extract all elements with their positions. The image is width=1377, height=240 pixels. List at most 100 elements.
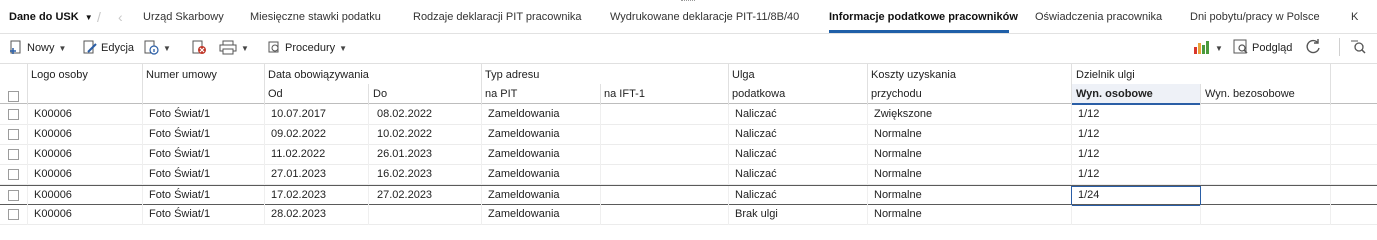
table-row[interactable]: K00006 Foto Świat/1 09.02.2022 10.02.2022 Za…: [0, 125, 1377, 145]
cell-from[interactable]: 17.02.2023: [271, 189, 326, 201]
cell-to[interactable]: 08.02.2022: [377, 108, 432, 120]
row-checkbox[interactable]: [8, 109, 19, 120]
header-divider: [1200, 84, 1201, 105]
table-row[interactable]: K00006 Foto Świat/1 11.02.2022 26.01.2023 Za…: [0, 145, 1377, 165]
tab-dni-pobytu[interactable]: Dni pobytu/pracy w Polsce: [1190, 11, 1320, 27]
cell-costs[interactable]: Normalne: [874, 148, 922, 160]
col-header-validity-from[interactable]: Od: [268, 88, 283, 100]
chevron-down-icon[interactable]: ▼: [241, 44, 249, 53]
cell-pit[interactable]: Zameldowania: [488, 108, 560, 120]
cell-personal[interactable]: 1/12: [1078, 148, 1099, 160]
col-header-costs-sub[interactable]: przychodu: [871, 88, 922, 100]
refresh-button[interactable]: [1304, 38, 1322, 58]
col-header-validity-to[interactable]: Do: [373, 88, 387, 100]
tab-miesieczne-stawki[interactable]: Miesięczne stawki podatku: [250, 11, 381, 27]
cell-contract[interactable]: Foto Świat/1: [149, 128, 210, 140]
new-button[interactable]: Nowy ▼: [8, 38, 66, 58]
col-header-contract[interactable]: Numer umowy: [146, 69, 217, 81]
tab-oswiadczenia[interactable]: Oświadczenia pracownika: [1035, 11, 1162, 27]
cell-personal[interactable]: 1/12: [1078, 128, 1099, 140]
cell-contract[interactable]: Foto Świat/1: [149, 168, 210, 180]
cell-contract[interactable]: Foto Świat/1: [149, 208, 210, 220]
procedures-button[interactable]: Procedury ▼: [266, 38, 347, 58]
cell-pit[interactable]: Zameldowania: [488, 128, 560, 140]
search-button[interactable]: [1349, 38, 1367, 58]
tab-rodzaje-deklaracji[interactable]: Rodzaje deklaracji PIT pracownika: [413, 11, 582, 27]
cell-relief[interactable]: Naliczać: [735, 128, 777, 140]
delete-button[interactable]: [191, 38, 207, 58]
table-row[interactable]: K00006 Foto Świat/1 28.02.2023 Zameldowania…: [0, 205, 1377, 225]
row-checkbox[interactable]: [8, 169, 19, 180]
table-row[interactable]: K00006 Foto Świat/1 27.01.2023 16.02.2023 Za…: [0, 165, 1377, 185]
col-header-relief-sub[interactable]: podatkowa: [732, 88, 785, 100]
row-checkbox[interactable]: [8, 149, 19, 160]
cell-from[interactable]: 10.07.2017: [271, 108, 326, 120]
col-header-address-ift[interactable]: na IFT-1: [604, 88, 645, 100]
col-header-address-pit[interactable]: na PIT: [485, 88, 517, 100]
cell-costs[interactable]: Normalne: [874, 208, 922, 220]
print-button[interactable]: ▼: [219, 38, 249, 58]
chart-button[interactable]: ▼: [1193, 38, 1223, 58]
col-header-divider-nonpersonal[interactable]: Wyn. bezosobowe: [1205, 88, 1295, 100]
cell-logo[interactable]: K00006: [34, 108, 72, 120]
table-row[interactable]: K00006 Foto Świat/1 17.02.2023 27.02.2023 Za…: [0, 185, 1377, 206]
select-all-checkbox[interactable]: [8, 91, 19, 102]
tab-wydrukowane-deklaracje[interactable]: Wydrukowane deklaracje PIT-11/8B/40: [610, 11, 799, 27]
tab-menu-dane-do-usk[interactable]: Dane do USK ▼: [9, 11, 93, 27]
col-header-logo[interactable]: Logo osoby: [31, 69, 88, 81]
col-header-divider-personal[interactable]: Wyn. osobowe: [1076, 88, 1153, 100]
row-divider: [264, 165, 265, 185]
cell-to[interactable]: 26.01.2023: [377, 148, 432, 160]
cell-to[interactable]: 16.02.2023: [377, 168, 432, 180]
cell-costs[interactable]: Zwiększone: [874, 108, 932, 120]
cell-logo[interactable]: K00006: [34, 208, 72, 220]
cell-relief[interactable]: Naliczać: [735, 189, 777, 201]
cell-personal[interactable]: 1/24: [1078, 189, 1099, 201]
cell-from[interactable]: 11.02.2022: [271, 148, 325, 160]
chevron-left-icon[interactable]: ‹: [118, 9, 123, 25]
edit-button[interactable]: Edycja: [82, 38, 134, 58]
tab-informacje-podatkowe[interactable]: Informacje podatkowe pracowników: [829, 11, 1018, 27]
info-button[interactable]: ▼: [143, 38, 171, 58]
row-checkbox[interactable]: [8, 129, 19, 140]
cell-from[interactable]: 09.02.2022: [271, 128, 326, 140]
tab-urzad-skarbowy[interactable]: Urząd Skarbowy: [143, 11, 224, 27]
cell-personal[interactable]: 1/12: [1078, 168, 1099, 180]
cell-relief[interactable]: Naliczać: [735, 168, 777, 180]
cell-personal[interactable]: 1/12: [1078, 108, 1099, 120]
chevron-down-icon[interactable]: ▼: [163, 44, 171, 53]
row-checkbox[interactable]: [8, 190, 19, 201]
cell-pit[interactable]: Zameldowania: [488, 168, 560, 180]
cell-contract[interactable]: Foto Świat/1: [149, 148, 210, 160]
cell-logo[interactable]: K00006: [34, 128, 72, 140]
chevron-down-icon[interactable]: ▼: [1215, 44, 1223, 53]
cell-relief[interactable]: Naliczać: [735, 148, 777, 160]
cell-logo[interactable]: K00006: [34, 148, 72, 160]
row-checkbox[interactable]: [8, 209, 19, 220]
cell-relief[interactable]: Brak ulgi: [735, 208, 778, 220]
cell-pit[interactable]: Zameldowania: [488, 189, 560, 201]
cell-from[interactable]: 27.01.2023: [271, 168, 326, 180]
row-divider: [142, 205, 143, 225]
cell-from[interactable]: 28.02.2023: [271, 208, 326, 220]
row-divider: [368, 125, 369, 145]
row-divider: [728, 205, 729, 225]
cell-relief[interactable]: Naliczać: [735, 108, 777, 120]
table-row[interactable]: K00006 Foto Świat/1 10.07.2017 08.02.2022 Za…: [0, 105, 1377, 125]
cell-to[interactable]: 27.02.2023: [377, 189, 432, 201]
row-divider: [481, 145, 482, 165]
preview-button[interactable]: Podgląd: [1233, 38, 1292, 58]
cell-pit[interactable]: Zameldowania: [488, 148, 560, 160]
cell-contract[interactable]: Foto Świat/1: [149, 108, 210, 120]
cell-pit[interactable]: Zameldowania: [488, 208, 560, 220]
drag-grip[interactable]: [681, 0, 695, 4]
chevron-down-icon[interactable]: ▼: [59, 44, 67, 53]
cell-logo[interactable]: K00006: [34, 189, 72, 201]
tab-overflow[interactable]: K: [1351, 11, 1358, 27]
cell-to[interactable]: 10.02.2022: [377, 128, 432, 140]
cell-costs[interactable]: Normalne: [874, 128, 922, 140]
cell-logo[interactable]: K00006: [34, 168, 72, 180]
cell-costs[interactable]: Normalne: [874, 189, 922, 201]
cell-contract[interactable]: Foto Świat/1: [149, 189, 210, 201]
cell-costs[interactable]: Normalne: [874, 168, 922, 180]
